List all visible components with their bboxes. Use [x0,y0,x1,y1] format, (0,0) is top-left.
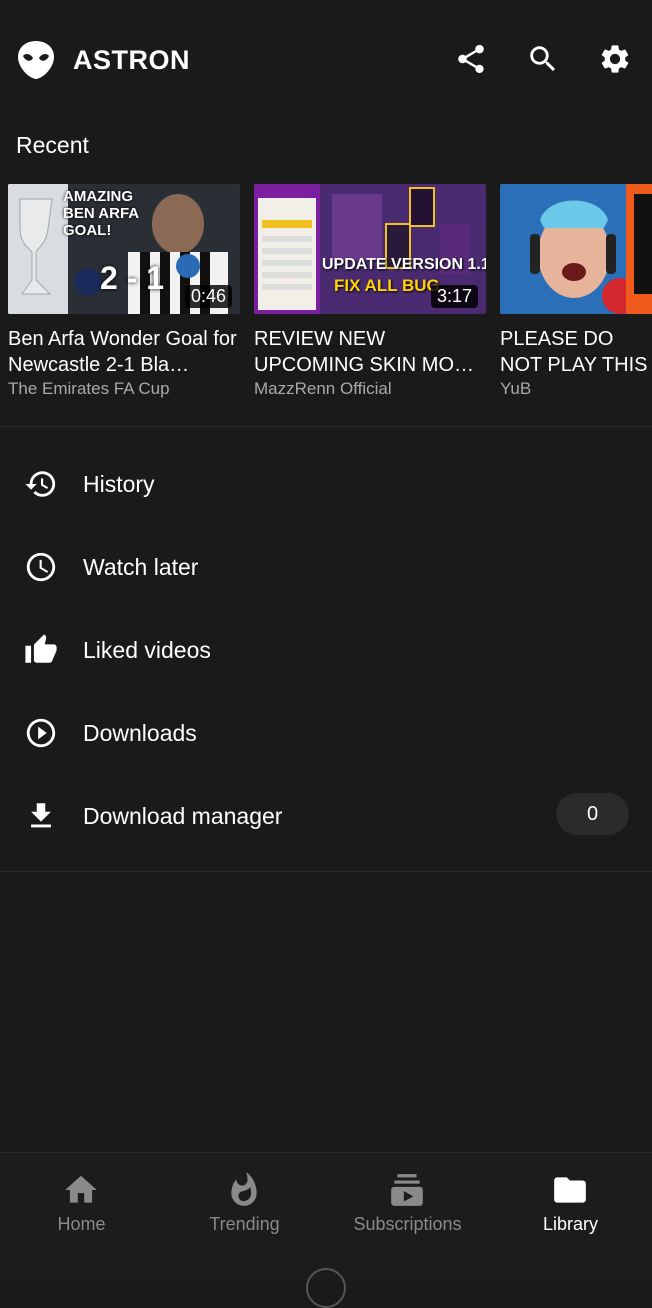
nav-trending[interactable]: Trending [163,1153,326,1253]
thumbnail-caption: FIX ALL BUG [334,276,440,295]
duration-badge: 0:46 [184,285,232,308]
menu-item-label: Download manager [83,803,283,829]
video-thumbnail[interactable] [500,184,652,314]
play-circle-icon [24,716,58,750]
menu-item-download-manager[interactable]: Download manager 0 [0,777,652,857]
video-channel: MazzRenn Official [254,379,392,398]
menu-item-downloads[interactable]: Downloads [0,694,652,774]
nav-label: Library [542,1214,599,1234]
video-channel: The Emirates FA Cup [8,379,170,398]
menu-item-label: Watch later [83,554,199,580]
menu-item-label: History [83,471,155,497]
video-card[interactable]: UPDATE VERSION 1.18 FIX ALL BUG 3:17 REV… [254,184,486,399]
bottom-navigation: Home Trending Subscriptions Library [0,1152,652,1281]
thumbnail-caption: UPDATE VERSION 1.18 [322,256,486,273]
menu-item-watch-later[interactable]: Watch later [0,528,652,608]
menu-item-label: Liked videos [83,637,211,663]
gear-icon[interactable] [598,42,632,76]
video-thumbnail[interactable]: AMAZING BEN ARFA GOAL! 2 - 1 0:46 [8,184,240,314]
share-icon[interactable] [454,42,488,76]
app-bar: ASTRON [0,0,652,122]
nav-home[interactable]: Home [0,1153,163,1253]
duration-badge: 3:17 [430,285,478,308]
video-channel: YuB [500,379,532,398]
thumbs-up-icon [24,633,58,667]
download-count-badge: 0 [556,793,629,835]
home-icon [62,1171,100,1209]
video-title[interactable]: REVIEW NEW UPCOMING SKIN MO… [254,326,486,378]
video-card[interactable]: AMAZING BEN ARFA GOAL! 2 - 1 0:46 Ben Ar… [8,184,240,399]
nav-label: Trending [209,1214,280,1234]
video-thumbnail[interactable]: UPDATE VERSION 1.18 FIX ALL BUG 3:17 [254,184,486,314]
nav-subscriptions[interactable]: Subscriptions [326,1153,489,1253]
video-title[interactable]: Ben Arfa Wonder Goal for Newcastle 2-1 B… [8,326,240,378]
download-icon [24,799,58,833]
menu-item-liked-videos[interactable]: Liked videos [0,611,652,691]
menu-item-label: Downloads [83,720,197,746]
thumbnail-score: 2 - 1 [100,260,165,296]
app-title: ASTRON [73,45,190,75]
nav-label: Subscriptions [353,1214,462,1234]
divider [0,871,652,872]
history-icon [24,467,58,501]
recent-videos-carousel[interactable]: AMAZING BEN ARFA GOAL! 2 - 1 0:46 Ben Ar… [0,184,652,414]
recent-section-title: Recent [16,132,89,158]
folder-icon [551,1171,589,1209]
search-icon[interactable] [526,42,560,76]
clock-icon [24,550,58,584]
nav-label: Home [57,1214,106,1234]
video-title[interactable]: PLEASE DO NOT PLAY THIS GAME | DE [500,326,652,378]
divider [0,426,652,427]
thumbnail-caption: AMAZING BEN ARFA GOAL! [63,188,140,239]
flame-icon [225,1171,263,1209]
nav-library[interactable]: Library [489,1153,652,1253]
menu-item-history[interactable]: History [0,445,652,525]
video-card[interactable]: PLEASE DO NOT PLAY THIS GAME | DE YuB [500,184,652,399]
subscriptions-icon [388,1171,426,1209]
system-home-indicator[interactable] [306,1268,346,1308]
alien-logo-icon [17,40,55,80]
